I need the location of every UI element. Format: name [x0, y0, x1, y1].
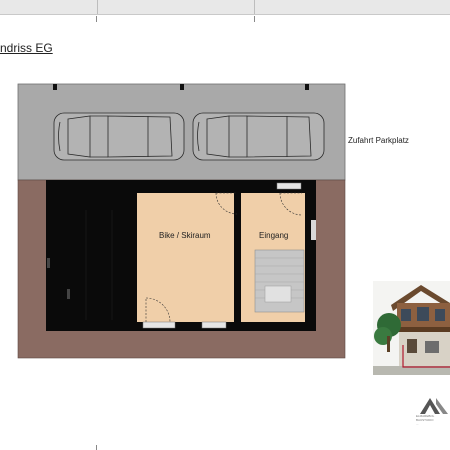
page-tick [254, 16, 255, 22]
car-2 [192, 112, 325, 161]
marker [53, 84, 57, 90]
marker [305, 84, 309, 90]
car-1 [53, 112, 185, 161]
bike-room-label: Bike / Skiraum [159, 231, 211, 240]
architect-logo-text: ELMAREBOL BAUSTUDIO ... [416, 414, 435, 426]
window-bottom-mid [201, 321, 227, 329]
wall-marker [47, 258, 50, 268]
page-tick [96, 16, 97, 22]
house-rendering-image [373, 281, 450, 375]
window-bottom-left [142, 321, 176, 329]
house-rendering [373, 281, 450, 375]
bike-room-floor [137, 193, 234, 322]
building-side-wall [311, 220, 316, 240]
stair-landing [264, 285, 292, 303]
parking-label: Zufahrt Parkplatz [348, 136, 409, 145]
stair [254, 249, 305, 313]
floor-plan [17, 83, 346, 359]
page-tick [96, 445, 97, 450]
marker [180, 84, 184, 90]
door-threshold [276, 182, 302, 190]
entrance-label: Eingang [259, 231, 289, 240]
wall-marker [67, 289, 70, 299]
